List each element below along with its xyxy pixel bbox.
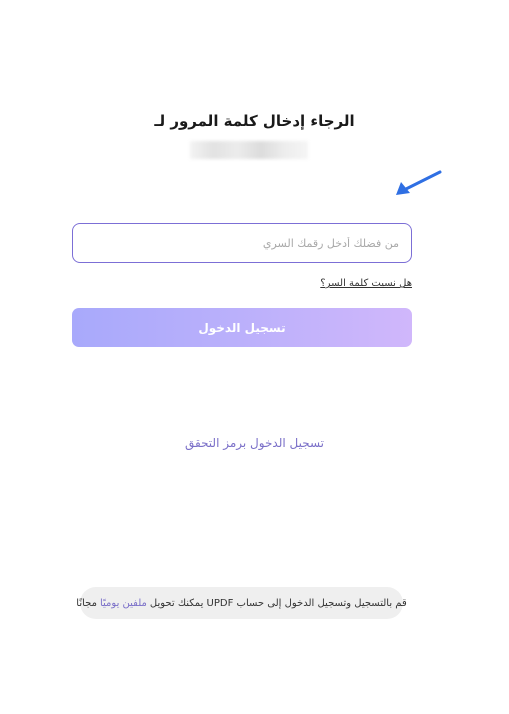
footer-promo: قم بالتسجيل وتسجيل الدخول إلى حساب UPDF … xyxy=(76,587,407,619)
arrow-pointer-icon xyxy=(396,170,442,195)
footer-text-after: مجانًا xyxy=(76,597,97,609)
login-button[interactable]: تسجيل الدخول xyxy=(72,308,412,347)
password-field[interactable] xyxy=(72,223,412,263)
code-login-link[interactable]: تسجيل الدخول برمز التحقق xyxy=(0,436,509,450)
footer-highlight: ملفين يوميًا xyxy=(99,597,147,609)
password-input[interactable] xyxy=(73,224,411,262)
forgot-password-link[interactable]: هل نسيت كلمة السر؟ xyxy=(320,278,412,289)
login-password-page: الرجاء إدخال كلمة المرور لـ هل نسيت كلمة… xyxy=(0,0,509,714)
blurred-email xyxy=(190,141,308,159)
page-title: الرجاء إدخال كلمة المرور لـ xyxy=(154,112,355,130)
footer-text-before: قم بالتسجيل وتسجيل الدخول إلى حساب UPDF … xyxy=(149,597,407,609)
